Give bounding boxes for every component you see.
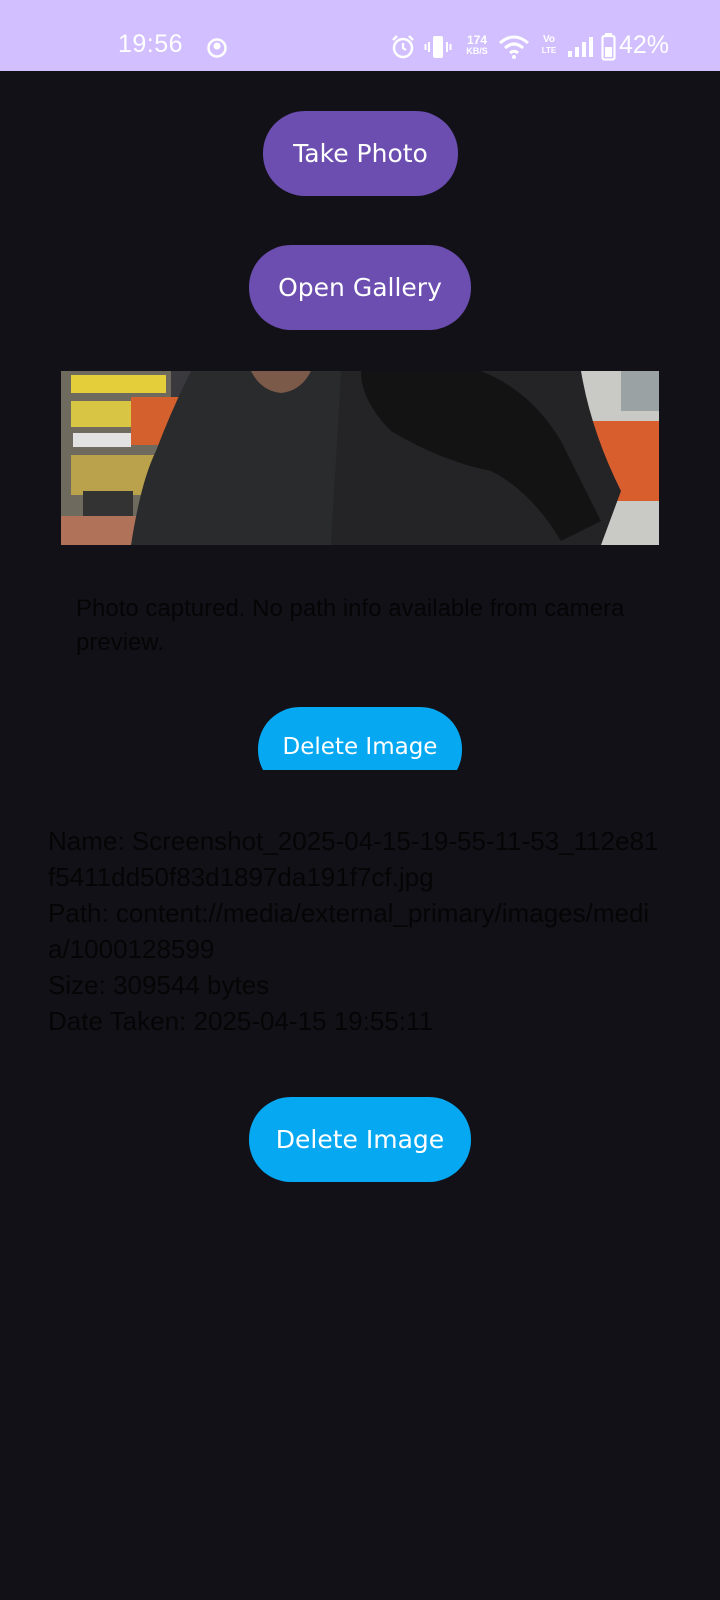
network-speed-unit: KB/S — [466, 46, 488, 56]
vibrate-icon — [424, 34, 452, 60]
battery-percentage: 42% — [619, 31, 670, 59]
alarm-icon — [390, 34, 416, 60]
captured-photo — [61, 371, 659, 545]
image-date-taken: Date Taken: 2025-04-15 19:55:11 — [48, 1006, 433, 1036]
volte-top: Vo — [542, 34, 556, 45]
notification-icon — [206, 37, 228, 59]
status-time: 19:56 — [118, 30, 184, 58]
delete-image-button[interactable]: Delete Image — [249, 1097, 471, 1182]
image-name: Name: Screenshot_2025-04-15-19-55-11-53_… — [48, 826, 659, 892]
volte-indicator: Vo LTE — [539, 34, 559, 56]
status-bar: 19:56 174 KB/S Vo LTE 42% — [0, 0, 720, 71]
network-speed: 174 KB/S — [462, 34, 492, 57]
wifi-icon — [498, 34, 530, 60]
photo-status-text: Photo captured. No path info available f… — [76, 595, 625, 656]
image-size: Size: 309544 bytes — [48, 970, 270, 1000]
delete-image-button-clipped[interactable]: Delete Image — [258, 707, 462, 770]
network-speed-value: 174 — [466, 33, 488, 47]
volte-bottom: LTE — [541, 46, 557, 55]
open-gallery-button[interactable]: Open Gallery — [249, 245, 471, 330]
image-path: Path: content://media/external_primary/i… — [48, 898, 650, 964]
take-photo-button[interactable]: Take Photo — [263, 111, 458, 196]
delete-image-button-clip: Delete Image — [258, 707, 462, 770]
image-info: Name: Screenshot_2025-04-15-19-55-11-53_… — [48, 823, 660, 1039]
signal-icon — [566, 36, 596, 58]
battery-icon — [601, 33, 616, 61]
